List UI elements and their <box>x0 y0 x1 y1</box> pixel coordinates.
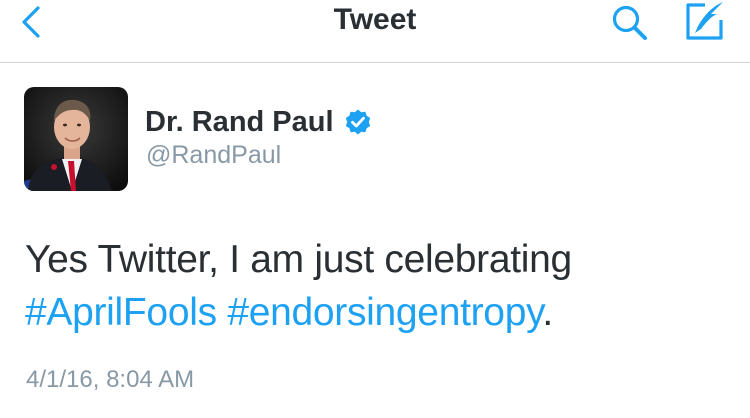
compose-tweet-button[interactable] <box>679 0 729 42</box>
display-name-text: Dr. Rand Paul <box>145 105 334 138</box>
navbar-divider <box>0 62 750 63</box>
tweet-text-line1: Yes Twitter, I am just celebrating <box>25 238 572 281</box>
tweet-text-space <box>217 291 228 334</box>
author-display-name[interactable]: Dr. Rand Paul <box>145 104 372 140</box>
navigation-bar: Tweet <box>0 0 750 62</box>
tweet-text-period: . <box>542 291 553 334</box>
avatar[interactable] <box>24 87 128 191</box>
profile-photo <box>24 87 128 191</box>
verified-badge-icon <box>345 109 370 135</box>
hashtag-link[interactable]: #endorsingentropy <box>227 291 542 334</box>
tweet-timestamp: 4/1/16, 8:04 AM <box>26 366 195 393</box>
author-handle[interactable]: @RandPaul <box>146 141 281 170</box>
hashtag-link[interactable]: #AprilFools <box>25 291 217 334</box>
tweet-text: Yes Twitter, I am just celebrating #Apri… <box>25 233 725 339</box>
search-button[interactable] <box>609 2 653 42</box>
compose-tweet-icon <box>686 2 723 40</box>
search-icon <box>612 5 647 40</box>
